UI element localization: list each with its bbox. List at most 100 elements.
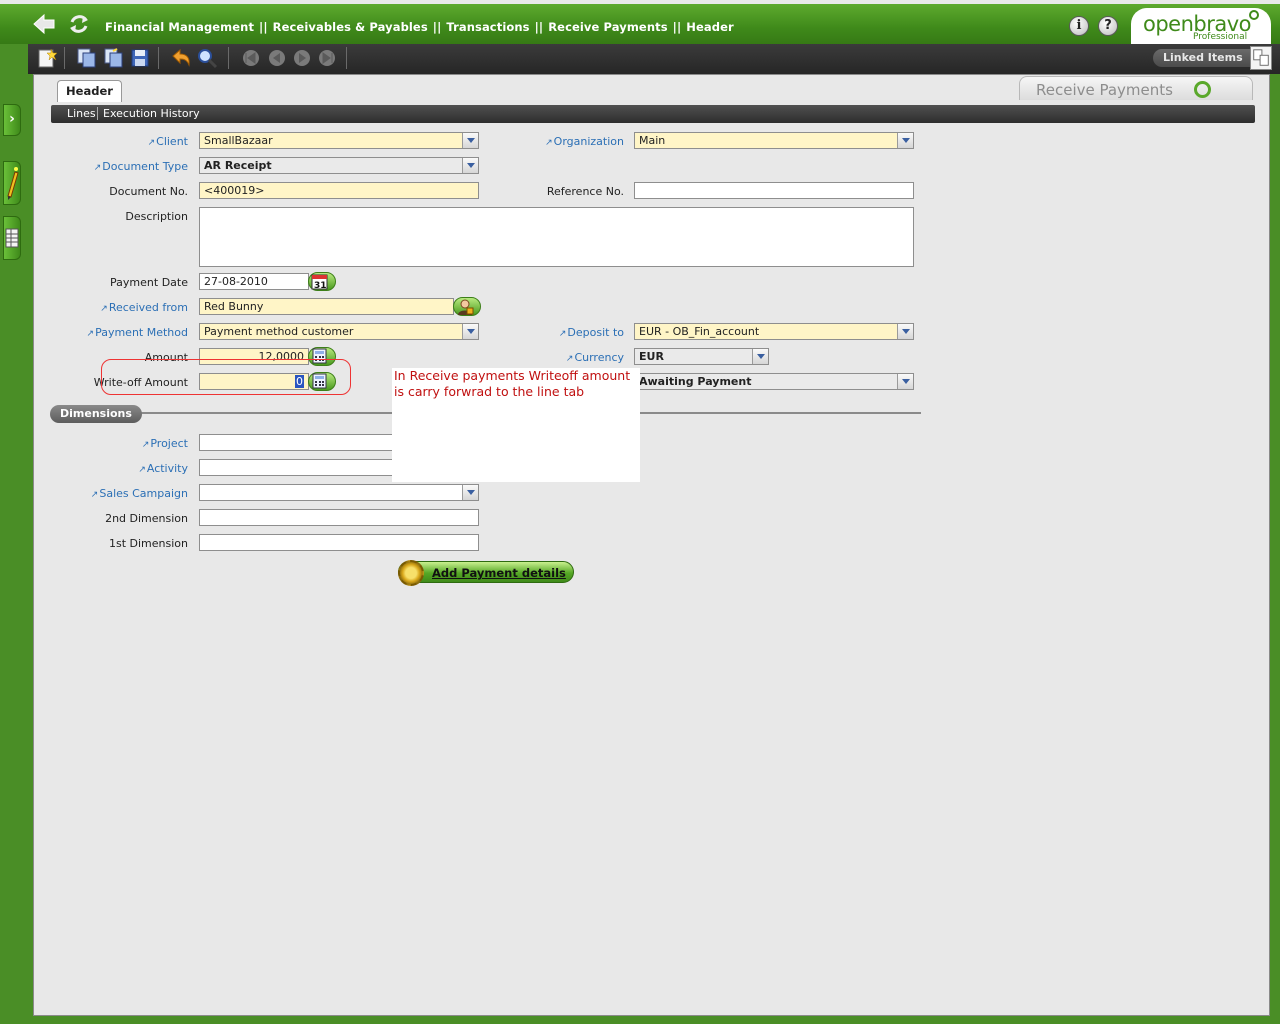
payment-method-select[interactable]: Payment method customer xyxy=(199,323,479,340)
breadcrumb-header: Header xyxy=(686,20,734,34)
left-side-strip: › xyxy=(0,44,28,1024)
received-from-field[interactable]: Red Bunny xyxy=(199,298,454,315)
expand-menu-chevron-icon[interactable]: › xyxy=(3,104,21,136)
client-select[interactable]: SmallBazaar xyxy=(199,132,479,149)
annotation-note: In Receive payments Writeoff amount is c… xyxy=(392,368,640,482)
linked-items-button[interactable]: Linked Items xyxy=(1153,49,1251,67)
save-and-new-icon[interactable] xyxy=(76,47,98,69)
chevron-down-icon[interactable] xyxy=(752,349,768,364)
svg-text:31: 31 xyxy=(314,281,327,290)
save-and-close-icon[interactable] xyxy=(103,47,125,69)
save-icon[interactable] xyxy=(129,47,151,69)
help-icon[interactable]: ? xyxy=(1098,16,1118,36)
reference-no-field[interactable] xyxy=(634,182,914,199)
grid-view-icon[interactable] xyxy=(3,216,21,260)
subtab-divider xyxy=(97,107,98,120)
currency-value: EUR xyxy=(639,350,664,363)
business-partner-icon xyxy=(458,299,474,315)
add-payment-details-button[interactable]: Add Payment details xyxy=(398,560,574,586)
toolbar-separator xyxy=(158,47,159,69)
reference-no-label: Reference No. xyxy=(546,185,624,198)
toolbar-separator xyxy=(64,47,65,69)
chevron-down-icon[interactable] xyxy=(462,158,478,173)
chevron-down-icon[interactable] xyxy=(897,374,913,389)
document-type-select[interactable]: AR Receipt xyxy=(199,157,479,174)
subtab-bar: Lines Execution History xyxy=(51,105,1255,123)
info-icon[interactable]: i xyxy=(1069,16,1089,36)
linked-items-icon[interactable] xyxy=(1250,46,1272,70)
sales-campaign-select[interactable] xyxy=(199,484,479,501)
breadcrumb-separator: || xyxy=(259,20,268,34)
chevron-down-icon[interactable] xyxy=(897,133,913,148)
breadcrumb-financial-management[interactable]: Financial Management xyxy=(105,20,254,34)
toolbar: Linked Items xyxy=(28,44,1280,74)
document-no-label: Document No. xyxy=(109,185,188,198)
chevron-down-icon[interactable] xyxy=(897,324,913,339)
document-type-value: AR Receipt xyxy=(204,159,272,172)
currency-label[interactable]: Currency xyxy=(474,351,624,364)
next-record-icon xyxy=(294,50,310,66)
calendar-button[interactable]: 31 xyxy=(308,272,336,291)
payment-method-value: Payment method customer xyxy=(204,325,354,338)
breadcrumb-receive-payments[interactable]: Receive Payments xyxy=(548,20,667,34)
breadcrumb: Financial Management || Receivables & Paya… xyxy=(105,20,734,34)
window-title: Receive Payments xyxy=(1036,81,1173,99)
gear-icon xyxy=(398,560,424,586)
organization-value: Main xyxy=(639,134,666,147)
search-icon[interactable] xyxy=(196,47,218,69)
chevron-down-icon[interactable] xyxy=(462,485,478,500)
organization-label[interactable]: Organization xyxy=(474,135,624,148)
last-record-icon xyxy=(319,50,335,66)
sales-campaign-label[interactable]: Sales Campaign xyxy=(38,487,188,500)
document-type-label[interactable]: Document Type xyxy=(38,160,188,173)
organization-select[interactable]: Main xyxy=(634,132,914,149)
deposit-to-select[interactable]: EUR - OB_Fin_account xyxy=(634,323,914,340)
subtab-lines[interactable]: Lines xyxy=(67,107,96,120)
received-from-label[interactable]: Received from xyxy=(38,301,188,314)
breadcrumb-receivables-payables[interactable]: Receivables & Payables xyxy=(273,20,428,34)
openbravo-logo: openbravo Professional xyxy=(1131,8,1271,44)
previous-record-icon xyxy=(269,50,285,66)
payment-date-label: Payment Date xyxy=(110,276,188,289)
description-label: Description xyxy=(125,210,188,223)
deposit-to-label[interactable]: Deposit to xyxy=(474,326,624,339)
undo-icon[interactable] xyxy=(170,47,192,69)
first-dimension-field[interactable] xyxy=(199,534,479,551)
openbravo-mark-icon xyxy=(1194,81,1211,98)
logo-subtitle: Professional xyxy=(1193,32,1248,42)
deposit-to-value: EUR - OB_Fin_account xyxy=(639,325,760,338)
top-bar: Financial Management || Receivables & Paya… xyxy=(0,0,1280,44)
breadcrumb-separator: || xyxy=(432,20,442,34)
payment-date-field[interactable]: 27-08-2010 xyxy=(199,273,309,290)
second-dimension-field[interactable] xyxy=(199,509,479,526)
dimensions-section-header[interactable]: Dimensions xyxy=(50,405,142,423)
subtab-execution-history[interactable]: Execution History xyxy=(103,107,200,120)
status-value: Awaiting Payment xyxy=(639,375,752,388)
client-value: SmallBazaar xyxy=(204,134,273,147)
back-arrow-icon[interactable] xyxy=(32,13,56,35)
activity-label[interactable]: Activity xyxy=(38,462,188,475)
toolbar-separator xyxy=(228,47,229,69)
payment-method-label[interactable]: Payment Method xyxy=(38,326,188,339)
refresh-icon[interactable] xyxy=(67,12,91,36)
second-dimension-label: 2nd Dimension xyxy=(105,512,188,525)
status-select[interactable]: Awaiting Payment xyxy=(634,373,914,390)
toolbar-separator xyxy=(346,47,347,69)
window-title-tab: Receive Payments xyxy=(1019,76,1253,100)
first-dimension-label: 1st Dimension xyxy=(108,537,188,550)
business-partner-selector-button[interactable] xyxy=(453,297,481,316)
add-payment-details-label: Add Payment details xyxy=(432,566,566,580)
new-record-icon[interactable] xyxy=(36,47,58,69)
tab-header[interactable]: Header xyxy=(57,80,122,102)
client-label[interactable]: Client xyxy=(38,135,188,148)
breadcrumb-separator: || xyxy=(672,20,682,34)
form-view-pencil-icon[interactable] xyxy=(3,161,21,205)
document-no-field[interactable]: <400019> xyxy=(199,182,479,199)
project-label[interactable]: Project xyxy=(38,437,188,450)
logo-mark-icon xyxy=(1249,10,1259,20)
breadcrumb-separator: || xyxy=(534,20,544,34)
breadcrumb-transactions[interactable]: Transactions xyxy=(446,20,529,34)
calendar-icon: 31 xyxy=(311,274,328,290)
currency-select[interactable]: EUR xyxy=(634,348,769,365)
description-field[interactable] xyxy=(199,207,914,267)
